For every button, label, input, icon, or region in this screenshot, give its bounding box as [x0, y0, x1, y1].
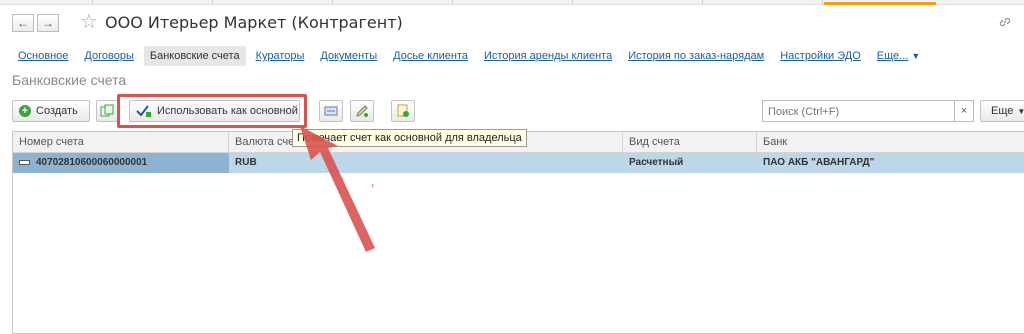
column-header-bank[interactable]: Банк [757, 132, 1024, 152]
tab-more[interactable]: Еще... ▼ [871, 46, 926, 66]
table-row[interactable]: 40702810600060000001 RUB Расчетный ПАО А… [13, 153, 1024, 173]
favorite-star-icon[interactable]: ☆ [80, 10, 98, 34]
tab-order-history[interactable]: История по заказ-нарядам [622, 46, 770, 66]
tab-contracts[interactable]: Договоры [78, 46, 139, 66]
chevron-down-icon: ▼ [1017, 106, 1024, 116]
bank-accounts-table: Номер счета Валюта счета Вид счета Банк … [12, 131, 1024, 334]
tab-documents[interactable]: Документы [314, 46, 383, 66]
column-header-number[interactable]: Номер счета [13, 132, 229, 152]
chevron-down-icon: ▼ [911, 51, 921, 61]
search-input[interactable] [766, 102, 960, 122]
tab-edo-settings[interactable]: Настройки ЭДО [774, 46, 867, 66]
active-window-tab-indicator [824, 2, 936, 5]
window-tab[interactable] [572, 0, 703, 4]
more-button-label: Еще [991, 105, 1014, 117]
bank-cell: ПАО АКБ "АВАНГАРД" [763, 157, 875, 168]
more-button[interactable]: Еще ▼ [980, 100, 1024, 122]
cursor-mark: › [371, 180, 374, 190]
tooltip: Помечает счет как основной для владельца [292, 129, 527, 147]
plus-icon: + [19, 105, 31, 117]
back-button[interactable]: ← [12, 14, 34, 32]
window-tab-strip [0, 0, 1024, 5]
window-tab[interactable] [0, 0, 93, 4]
forward-button[interactable]: → [37, 14, 59, 32]
create-button-label: Создать [36, 105, 78, 117]
document-button[interactable] [391, 100, 415, 122]
form-tabs: Основное Договоры Банковские счета Курат… [12, 43, 930, 69]
kind-cell: Расчетный [629, 157, 684, 168]
tab-rental-history[interactable]: История аренды клиента [478, 46, 618, 66]
window-tab[interactable] [92, 0, 213, 4]
search-field[interactable]: × [762, 100, 974, 122]
account-number-cell: 40702810600060000001 [13, 153, 229, 173]
column-header-kind[interactable]: Вид счета [623, 132, 757, 152]
page-title: ООО Итерьер Маркет (Контрагент) [105, 13, 403, 32]
window-tab[interactable] [702, 0, 823, 4]
forward-arrow-icon: → [42, 16, 54, 30]
currency-cell: RUB [235, 157, 257, 168]
link-icon[interactable] [998, 15, 1012, 32]
tab-curators[interactable]: Кураторы [250, 46, 311, 66]
back-arrow-icon: ← [17, 16, 29, 30]
edit-button[interactable] [350, 100, 374, 122]
window-tab[interactable] [212, 0, 333, 4]
pencil-icon [356, 105, 368, 117]
copy-icon [100, 104, 114, 117]
create-button[interactable]: + Создать [12, 100, 90, 122]
window-tab[interactable] [332, 0, 453, 4]
tab-client-dossier[interactable]: Досье клиента [387, 46, 474, 66]
tab-bank-accounts[interactable]: Банковские счета [143, 46, 246, 66]
section-title: Банковские счета [12, 72, 127, 88]
clear-search-icon[interactable]: × [954, 101, 973, 121]
title-bar: ← → ☆ ООО Итерьер Маркет (Контрагент) [0, 8, 1024, 38]
account-icon [19, 159, 30, 165]
card-icon [324, 106, 338, 116]
annotation-highlight-box [117, 94, 307, 128]
tab-more-label: Еще... [876, 50, 909, 62]
copy-button[interactable] [96, 100, 118, 122]
account-number: 40702810600060000001 [36, 157, 148, 168]
window-tab[interactable] [452, 0, 573, 4]
document-icon [397, 104, 409, 117]
tab-main[interactable]: Основное [12, 46, 74, 66]
card-button[interactable] [319, 100, 343, 122]
